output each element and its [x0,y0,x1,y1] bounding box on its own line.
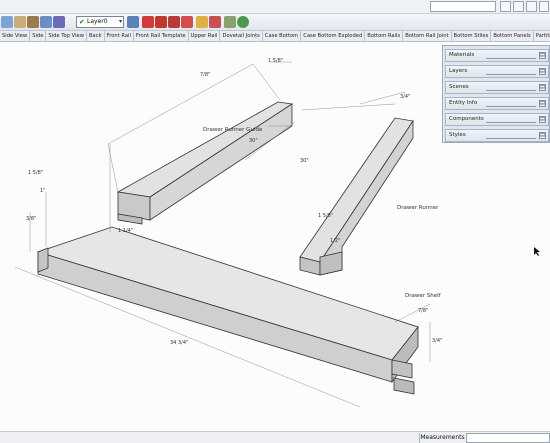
label-runner: Drawer Runner [397,205,439,211]
drawer-shelf[interactable] [36,226,419,395]
tab-case-bottom-exploded[interactable]: Case Bottom Exploded [301,31,366,41]
dim-shelf-length: 34 3/4" [170,340,188,346]
tray-scenes[interactable]: Scenes ⊟ [445,81,549,94]
expand-icon[interactable]: ⊟ [539,132,546,139]
tray-layers[interactable]: Layers ⊟ [445,65,549,78]
expand-icon[interactable]: ⊟ [539,68,546,75]
tray-divider [486,106,536,107]
dim-runner-width: 1 5/8" [318,213,333,219]
label-shelf: Drawer Shelf [405,293,442,299]
help-button[interactable] [539,1,549,12]
dim-shelf-right-top: 7/8" [418,308,428,314]
component-icon[interactable] [40,16,52,28]
paint-icon[interactable] [142,16,154,28]
scene-tabs: Side View Side Side Top View Back Front Rail… [0,31,550,42]
mouse-cursor-icon [534,247,540,256]
tray-divider [486,122,536,123]
drawer-runner[interactable] [299,117,414,276]
add-icon[interactable] [237,16,249,28]
dim-guide-overall: 7/8" [200,72,210,78]
tab-bottom-rails[interactable]: Bottom Rails [365,31,404,41]
measurements-input[interactable] [466,433,550,443]
expand-icon[interactable]: ⊟ [539,52,546,59]
tray-item-label: Materials [449,52,475,58]
tab-front-rail[interactable]: Front Rail [105,31,134,41]
select-arrow-icon[interactable] [1,16,13,28]
tab-front-rail-template[interactable]: Front Rail Template [134,31,189,41]
tab-side-view[interactable]: Side View [0,31,31,41]
tray-item-label: Layers [449,68,468,74]
tab-bottom-stiles[interactable]: Bottom Stiles [452,31,492,41]
section-icon[interactable] [224,16,236,28]
push-icon[interactable] [168,16,180,28]
layer-value: Layer0 [87,18,108,25]
minimize-button[interactable] [500,1,511,12]
tab-partitions[interactable]: Partitions [534,31,550,41]
tray-item-label: Styles [449,132,466,138]
tab-dovetail-joints[interactable]: Dovetail Joints [220,31,263,41]
tab-side-top-view[interactable]: Side Top View [46,31,87,41]
expand-icon[interactable]: ⊟ [539,116,546,123]
wall-icon[interactable] [14,16,26,28]
tray-item-label: Entity Info [449,100,478,106]
expand-icon[interactable]: ⊟ [539,100,546,107]
default-tray: Materials ⊟ Layers ⊟ Scenes ⊟ Entity Info ⊟ Comp… [442,45,550,143]
tab-bottom-rail-joint[interactable]: Bottom Rail Joint [403,31,452,41]
dim-shelf-left-b: 3/8" [26,216,36,222]
search-input[interactable] [430,1,496,12]
orbit-icon[interactable] [181,16,193,28]
label-runner-guide: Drawer Runner Guide [203,127,263,133]
fog-icon[interactable] [209,16,221,28]
sketchup-window: ✔ Layer0 ▾ Side View Side Side Top View Bac… [0,0,550,443]
walk-icon[interactable] [155,16,167,28]
shadow-icon[interactable] [196,16,208,28]
layer-select[interactable]: ✔ Layer0 ▾ [76,16,124,28]
dim-runner-end: 1/2" [330,238,340,244]
check-icon: ✔ [79,18,85,26]
tray-divider [486,74,536,75]
status-bar: Measurements [0,431,550,443]
main-toolbar: ✔ Layer0 ▾ [0,14,550,31]
tray-materials[interactable]: Materials ⊟ [445,49,549,62]
dim-shelf-right-side: 3/4" [432,338,442,344]
tab-back[interactable]: Back [87,31,105,41]
scene-icon[interactable] [27,16,39,28]
tab-bottom-panels[interactable]: Bottom Panels [491,31,534,41]
expand-icon[interactable]: ⊟ [539,84,546,91]
dim-guide-top: 1 5/8" [268,58,283,64]
tray-item-label: Components [449,116,484,122]
chevron-down-icon: ▾ [118,18,122,25]
dim-guide-end: 1 1/4" [118,228,133,234]
tray-divider [486,58,536,59]
dim-runner-length: 30" [300,158,309,164]
tray-styles[interactable]: Styles ⊟ [445,129,549,142]
close-button[interactable] [526,1,537,12]
menu-strip [0,0,550,14]
tray-components[interactable]: Components ⊟ [445,113,549,126]
tray-item-label: Scenes [449,84,469,90]
dim-guide-length: 30" [249,138,258,144]
dim-runner-top: 3/4" [400,94,410,100]
tray-divider [486,90,536,91]
tab-side[interactable]: Side [30,31,47,41]
layers-icon[interactable] [127,16,139,28]
tray-divider [486,138,536,139]
box-icon[interactable] [53,16,65,28]
tab-case-bottom[interactable]: Case Bottom [263,31,302,41]
dim-shelf-left-a: 1" [40,188,45,194]
tab-upper-rail[interactable]: Upper Rail [189,31,221,41]
tray-entity-info[interactable]: Entity Info ⊟ [445,97,549,110]
drawer-runner-guide[interactable] [116,101,294,225]
dim-shelf-top-left: 1 5/8" [28,170,43,176]
measurements-label: Measurements [419,433,465,443]
maximize-button[interactable] [513,1,524,12]
